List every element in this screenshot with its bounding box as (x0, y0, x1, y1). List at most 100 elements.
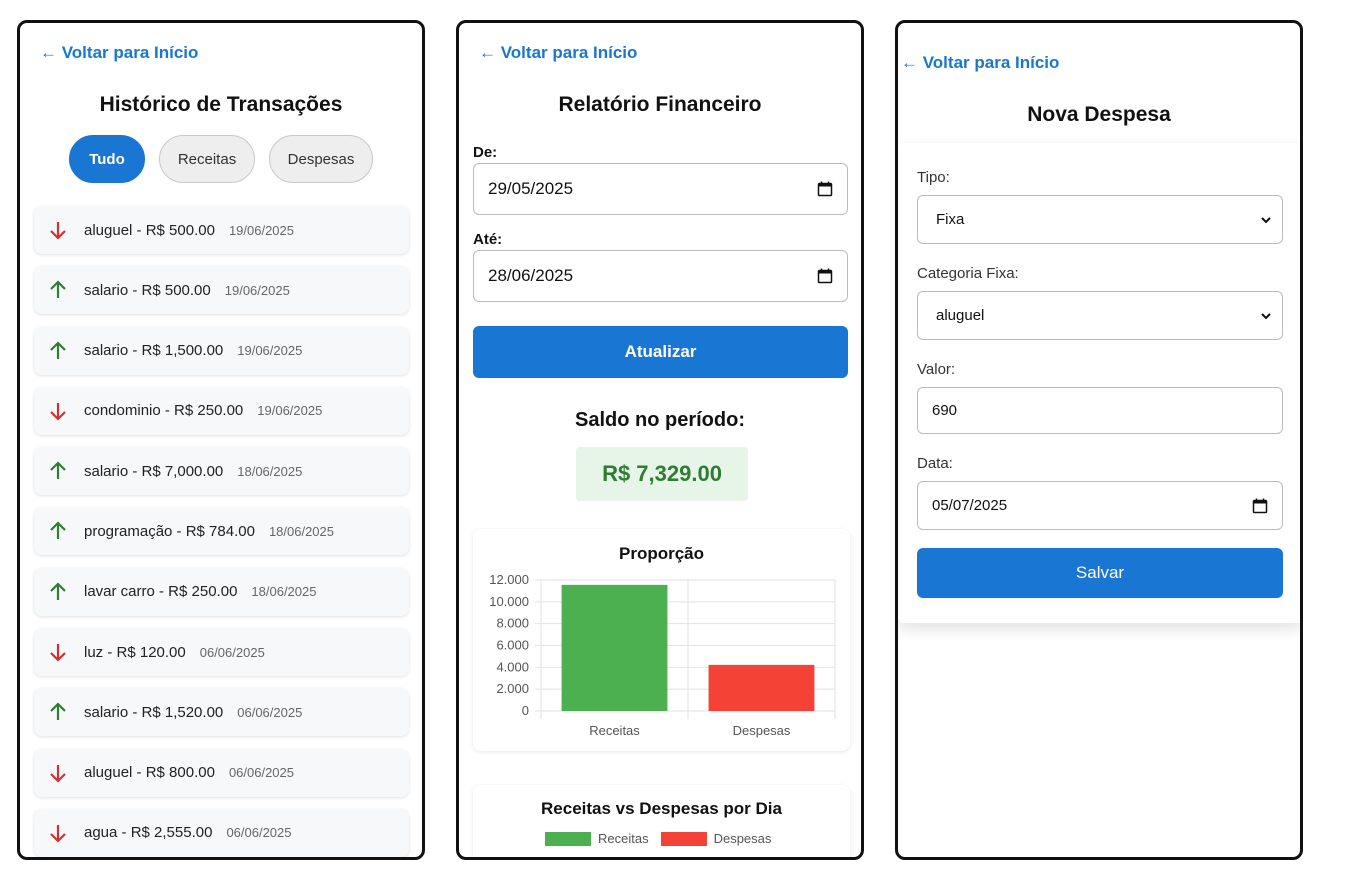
arrow-down-icon (50, 764, 66, 783)
legend-swatch-expense (660, 831, 707, 846)
daily-chart-card: Receitas vs Despesas por Dia Receitas De… (473, 785, 850, 857)
date-input[interactable]: 05/07/2025 (917, 481, 1283, 530)
to-date-value: 28/06/2025 (488, 266, 574, 285)
transaction-date: 18/06/2025 (237, 463, 303, 479)
list-item[interactable]: luz - R$ 120.00 06/06/2025 (34, 628, 409, 677)
arrow-up-icon (50, 702, 66, 721)
type-label: Tipo: (917, 169, 950, 186)
transaction-date: 06/06/2025 (228, 765, 295, 781)
list-item[interactable]: programação - R$ 784.00 18/06/2025 (34, 507, 409, 556)
from-date-label: De: (473, 144, 498, 161)
chevron-down-icon (1261, 216, 1271, 223)
transaction-list: aluguel - R$ 500.00 19/06/2025 salario - R… (34, 206, 409, 857)
history-screen: ← Voltar para Início Histórico de Transa… (17, 20, 425, 860)
category-select[interactable]: aluguel (917, 291, 1283, 340)
y-tick-label: 2.000 (496, 681, 529, 696)
transaction-description: programação - R$ 784.00 (84, 522, 255, 540)
arrow-up-icon (50, 341, 66, 359)
back-link[interactable]: ← Voltar para Início (479, 43, 637, 63)
list-item[interactable]: salario - R$ 1,500.00 19/06/2025 (34, 326, 409, 375)
list-item[interactable]: aluguel - R$ 500.00 19/06/2025 (34, 206, 409, 254)
transaction-date: 18/06/2025 (251, 584, 317, 600)
x-tick-label: Receitas (589, 723, 640, 738)
bar (708, 664, 815, 711)
legend-label: Receitas (598, 831, 649, 846)
legend-item-expense[interactable]: Despesas (660, 831, 772, 846)
transaction-description: aluguel - R$ 800.00 (84, 764, 215, 782)
list-item[interactable]: lavar carro - R$ 250.00 18/06/2025 (34, 567, 409, 616)
balance-value: R$ 7,329.00 (576, 447, 748, 501)
arrow-up-icon (50, 280, 66, 299)
filter-tabs: Tudo Receitas Despesas (69, 135, 373, 183)
arrow-down-icon (50, 402, 66, 421)
transaction-description: luz - R$ 120.00 (84, 643, 186, 661)
update-button[interactable]: Atualizar (473, 326, 848, 378)
type-select[interactable]: Fixa (917, 195, 1283, 244)
save-button[interactable]: Salvar (917, 548, 1283, 598)
arrow-down-icon (50, 824, 66, 843)
transaction-description: salario - R$ 7,000.00 (84, 462, 224, 480)
transaction-description: aluguel - R$ 500.00 (84, 221, 215, 239)
y-tick-label: 10.000 (489, 594, 529, 609)
expense-form: Tipo: Fixa Categoria Fixa: aluguel Valor… (898, 143, 1300, 623)
from-date-input[interactable]: 29/05/2025 (473, 163, 848, 215)
bar (561, 584, 668, 711)
date-label: Data: (917, 455, 953, 472)
y-tick-label: 12.000 (489, 572, 529, 587)
calendar-icon[interactable] (817, 181, 833, 197)
list-item[interactable]: salario - R$ 7,000.00 18/06/2025 (34, 447, 409, 496)
y-tick-label: 8.000 (496, 616, 529, 631)
value-label: Valor: (917, 361, 956, 378)
y-tick-label: 6.000 (496, 638, 529, 653)
transaction-date: 19/06/2025 (228, 222, 295, 238)
transaction-description: salario - R$ 500.00 (84, 281, 211, 299)
transaction-date: 18/06/2025 (268, 523, 335, 539)
value-input[interactable]: 690 (917, 387, 1283, 434)
category-select-value: aluguel (936, 307, 985, 324)
legend-label: Despesas (713, 831, 772, 846)
transaction-description: lavar carro - R$ 250.00 (84, 583, 238, 601)
x-tick-label: Despesas (733, 723, 791, 738)
transaction-date: 06/06/2025 (237, 704, 303, 720)
transaction-description: salario - R$ 1,520.00 (84, 703, 224, 721)
list-item[interactable]: agua - R$ 2,555.00 06/06/2025 (34, 808, 409, 857)
arrow-down-icon (50, 222, 66, 240)
arrow-up-icon (50, 461, 66, 480)
category-label: Categoria Fixa: (917, 265, 1019, 282)
transaction-date: 19/06/2025 (257, 403, 323, 419)
to-date-label: Até: (473, 231, 503, 248)
date-input-value: 05/07/2025 (932, 497, 1008, 514)
page-title: Relatório Financeiro (558, 93, 762, 116)
chart-legend: Receitas Despesas (545, 831, 783, 846)
proportion-bar-chart: 0 2.000 4.000 6.000 8.000 10.000 12.000 Receita… (489, 572, 836, 738)
list-item[interactable]: aluguel - R$ 800.00 06/06/2025 (34, 748, 409, 797)
report-screen: ← Voltar para Início Relatório Financeir… (456, 20, 864, 860)
calendar-icon[interactable] (1252, 498, 1268, 514)
arrow-up-icon (50, 521, 66, 540)
transaction-date: 19/06/2025 (224, 282, 290, 298)
arrow-down-icon (50, 644, 66, 662)
proportion-chart-card: Proporção 0 2.000 4.000 6.000 8.000 10.000 12.… (473, 529, 850, 751)
page-title: Histórico de Transações (99, 93, 343, 116)
filter-all-button[interactable]: Tudo (69, 135, 145, 183)
to-date-input[interactable]: 28/06/2025 (473, 250, 848, 302)
filter-income-button[interactable]: Receitas (159, 135, 255, 183)
calendar-icon[interactable] (817, 268, 833, 284)
filter-expense-button[interactable]: Despesas (269, 135, 373, 183)
legend-swatch-income (545, 831, 591, 846)
new-expense-screen: ← Voltar para Início Nova Despesa Tipo: … (895, 20, 1303, 860)
transaction-description: salario - R$ 1,500.00 (84, 342, 224, 360)
list-item[interactable]: salario - R$ 1,520.00 06/06/2025 (34, 688, 409, 737)
value-input-value: 690 (932, 402, 958, 419)
list-item[interactable]: condominio - R$ 250.00 19/06/2025 (34, 386, 409, 435)
legend-item-income[interactable]: Receitas (545, 831, 649, 846)
transaction-date: 06/06/2025 (226, 825, 292, 841)
arrow-up-icon (50, 582, 66, 600)
transaction-date: 19/06/2025 (237, 343, 303, 359)
back-link[interactable]: ← Voltar para Início (40, 43, 198, 63)
list-item[interactable]: salario - R$ 500.00 19/06/2025 (34, 266, 409, 315)
chevron-down-icon (1261, 312, 1271, 319)
back-link[interactable]: ← Voltar para Início (901, 53, 1059, 73)
balance-label: Saldo no período: (575, 409, 745, 431)
transaction-description: condominio - R$ 250.00 (84, 402, 244, 420)
